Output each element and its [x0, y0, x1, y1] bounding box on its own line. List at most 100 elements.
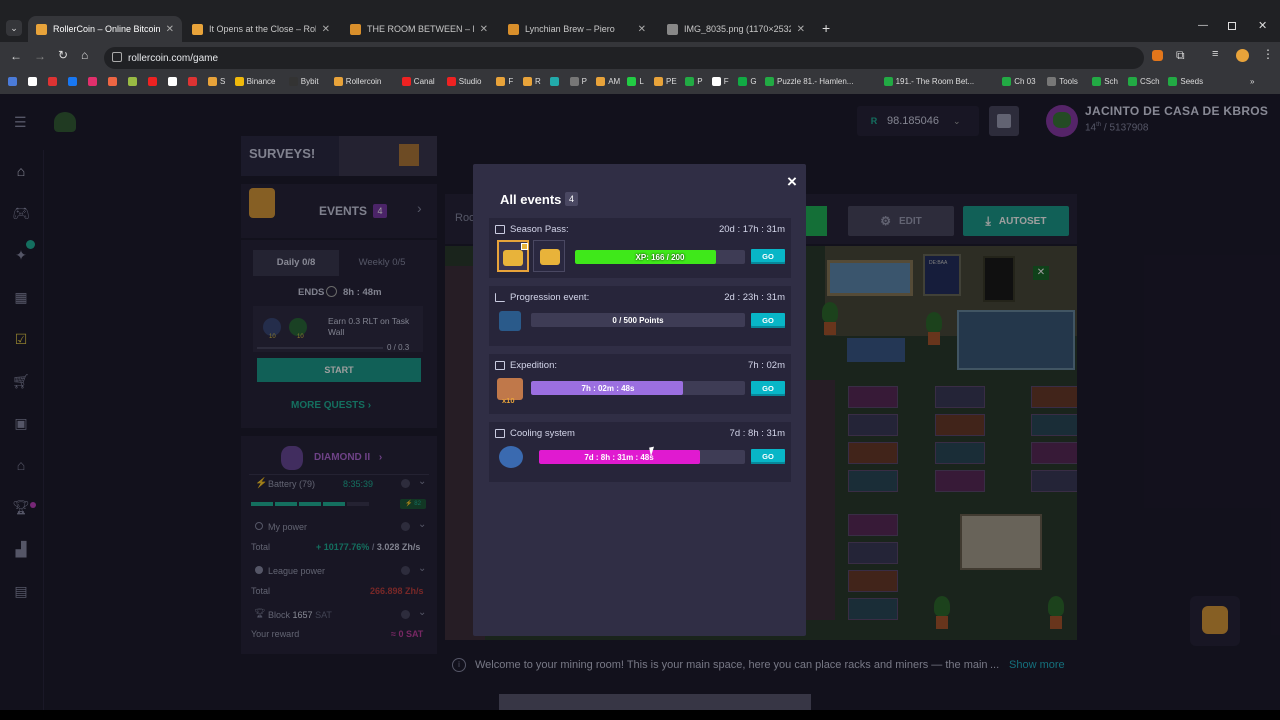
close-tab-icon[interactable]: ✕	[322, 24, 330, 35]
extension-fox-icon[interactable]	[1152, 50, 1163, 61]
bookmark-item[interactable]: F	[711, 77, 729, 86]
bookmark-favicon-icon	[627, 77, 637, 86]
site-info-icon[interactable]	[112, 52, 122, 62]
bookmark-item[interactable]	[148, 77, 160, 86]
bookmark-item[interactable]: F	[496, 77, 513, 86]
close-icon[interactable]: ×	[787, 172, 797, 192]
bookmark-item[interactable]: L	[627, 77, 644, 86]
bookmark-favicon-icon	[48, 77, 57, 86]
close-tab-icon[interactable]: ✕	[638, 24, 646, 35]
bookmark-item[interactable]: Ch 03	[1002, 77, 1036, 86]
event-name: Progression event:	[510, 292, 590, 303]
bookmark-item[interactable]	[168, 77, 180, 86]
bookmark-item[interactable]	[188, 77, 200, 86]
forward-icon[interactable]: →	[34, 49, 46, 63]
profile-avatar[interactable]	[1236, 49, 1249, 62]
tab-search-button[interactable]: ⌄	[6, 20, 22, 36]
close-tab-icon[interactable]: ✕	[480, 24, 488, 35]
tab-title: IMG_8035.png (1170×2532)	[684, 24, 791, 34]
bookmark-item[interactable]	[48, 77, 60, 86]
home-icon[interactable]: ⌂	[81, 48, 88, 62]
bookmark-item[interactable]: Tools	[1047, 77, 1078, 86]
go-button[interactable]: GO	[751, 313, 785, 328]
more-bookmarks-icon[interactable]: »	[1250, 77, 1254, 86]
tab-favicon	[36, 23, 47, 35]
expedition-multiplier: x10	[502, 396, 515, 405]
bookmark-item[interactable]: AM	[596, 77, 620, 86]
bookmark-item[interactable]	[8, 77, 20, 86]
bookmark-favicon-icon	[549, 77, 559, 86]
event-time: 2d : 23h : 31m	[724, 292, 785, 303]
bookmark-favicon-icon	[738, 77, 748, 86]
bookmark-favicon-icon	[288, 77, 298, 86]
menu-icon[interactable]: ⋮	[1262, 47, 1274, 61]
bookmark-item[interactable]: P	[685, 77, 703, 86]
cooler-icon	[495, 429, 505, 438]
bookmark-favicon-icon	[28, 77, 37, 86]
media-icon[interactable]: ≡	[1212, 48, 1218, 60]
bookmark-favicon-icon	[68, 77, 77, 86]
reload-icon[interactable]: ↻	[58, 48, 68, 62]
bookmark-item[interactable]: P	[569, 77, 587, 86]
event-season-pass: Season Pass: 20d : 17h : 31m XP: 166 / 2…	[489, 218, 791, 278]
go-button[interactable]: GO	[751, 449, 785, 464]
bookmark-item[interactable]	[108, 77, 120, 86]
season-reward-thumb[interactable]	[497, 240, 529, 272]
bookmark-favicon-icon	[8, 77, 17, 86]
checklist-icon	[495, 225, 505, 234]
bookmark-item[interactable]: Seeds	[1168, 77, 1203, 86]
bookmark-favicon-icon	[685, 77, 695, 86]
maximize-icon[interactable]	[1228, 22, 1236, 30]
bookmark-item[interactable]	[549, 77, 562, 86]
bookmark-item[interactable]: Puzzle 81.- Hamlen...	[765, 77, 853, 86]
bookmark-item[interactable]	[68, 77, 80, 86]
extensions-icon[interactable]: ⧉	[1176, 48, 1185, 63]
bookmark-favicon-icon	[234, 77, 244, 86]
bookmark-label: Bybit	[300, 77, 319, 86]
go-button[interactable]: GO	[751, 249, 785, 264]
chest-icon	[495, 361, 505, 370]
bookmark-item[interactable]: 191.- The Room Bet...	[883, 77, 974, 86]
close-tab-icon[interactable]: ✕	[166, 24, 174, 35]
season-reward-thumb[interactable]	[533, 240, 565, 272]
browser-tab[interactable]: It Opens at the Close – RollerCo ✕	[184, 16, 338, 42]
bookmark-item[interactable]: G	[738, 77, 757, 86]
browser-tab[interactable]: IMG_8035.png (1170×2532) ✕	[659, 16, 813, 42]
bookmark-item[interactable]: PE	[654, 77, 677, 86]
bookmark-item[interactable]: Studio	[446, 77, 481, 86]
bookmark-item[interactable]	[88, 77, 100, 86]
bookmark-favicon-icon	[128, 77, 137, 86]
bookmark-favicon-icon	[523, 77, 532, 86]
bookmark-item[interactable]: Canal	[401, 77, 435, 86]
browser-tab[interactable]: THE ROOM BETWEEN – Piero ✕	[342, 16, 496, 42]
bookmark-item[interactable]	[128, 77, 140, 86]
progress-bar: 7h : 02m : 48s	[531, 381, 745, 395]
event-cooling-system: Cooling system 7d : 8h : 31m 7d : 8h : 3…	[489, 422, 791, 482]
close-tab-icon[interactable]: ✕	[797, 24, 805, 35]
bookmark-item[interactable]: Rollercoin	[333, 77, 381, 86]
back-icon[interactable]: ←	[10, 49, 22, 63]
bookmark-item[interactable]: S	[208, 77, 225, 86]
progress-label: XP: 166 / 200	[635, 252, 685, 262]
tab-favicon	[192, 23, 203, 35]
browser-tab[interactable]: Lynchian Brew – Piero ✕	[500, 16, 654, 42]
event-time: 20d : 17h : 31m	[718, 224, 785, 235]
address-bar[interactable]: rollercoin.com/game	[104, 47, 1144, 69]
close-window-icon[interactable]: ✕	[1258, 19, 1267, 32]
event-name: Cooling system	[510, 428, 575, 439]
bookmark-item[interactable]: R	[523, 77, 541, 86]
progression-thumb[interactable]	[499, 311, 521, 331]
cooling-thumb[interactable]	[499, 446, 523, 468]
bookmark-item[interactable]: CSch	[1128, 77, 1160, 86]
tab-favicon	[667, 23, 678, 35]
bookmark-item[interactable]: Sch	[1092, 77, 1118, 86]
bookmark-item[interactable]	[28, 77, 40, 86]
coins-icon	[503, 250, 523, 266]
bookmark-item[interactable]: Bybit	[288, 77, 319, 86]
bookmark-item[interactable]: Binance	[234, 77, 276, 86]
minimize-icon[interactable]: —	[1198, 20, 1208, 31]
new-tab-icon[interactable]: +	[822, 20, 830, 36]
go-button[interactable]: GO	[751, 381, 785, 396]
browser-tab[interactable]: RollerCoin – Online Bitcoin Mi ✕	[28, 16, 182, 42]
badge-dot	[521, 243, 528, 250]
